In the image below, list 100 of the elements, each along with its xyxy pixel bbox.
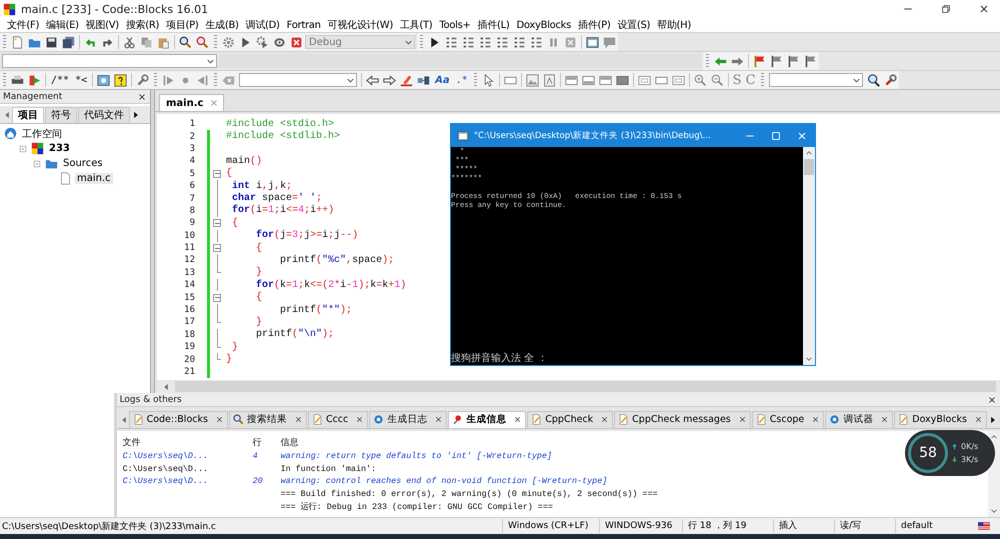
fold-marker[interactable] bbox=[213, 294, 221, 302]
close-icon[interactable] bbox=[434, 415, 444, 424]
upload-icon bbox=[950, 442, 959, 451]
log-tab[interactable]: Cccc bbox=[308, 410, 368, 428]
fold-marker[interactable] bbox=[213, 170, 221, 178]
panel-tab[interactable]: 项目 bbox=[12, 106, 44, 122]
menu-item[interactable]: Fortran bbox=[284, 20, 324, 30]
log-tab[interactable]: 调试器 bbox=[825, 410, 894, 428]
toolbar-button[interactable]: .* bbox=[452, 71, 471, 89]
panel-tab[interactable]: 代码文件 bbox=[78, 106, 130, 122]
restore-icon[interactable] bbox=[940, 3, 952, 15]
table-cell-text: C:\Users\seq\D... bbox=[122, 451, 210, 462]
lexer-name: default bbox=[895, 519, 968, 533]
line-endings: Windows (CR+LF) bbox=[502, 519, 599, 533]
menu-item[interactable]: 视图(V) bbox=[82, 18, 122, 32]
note-icon bbox=[756, 414, 767, 425]
menu-item[interactable]: Tools+ bbox=[436, 20, 474, 30]
close-icon[interactable] bbox=[738, 415, 747, 424]
menu-item[interactable]: 插件(L) bbox=[474, 18, 512, 32]
table-cell-text: 20 bbox=[252, 476, 264, 486]
close-icon[interactable] bbox=[355, 415, 364, 424]
table-cell-text: warning: control reaches end of non-void function [-Wreturn-type] bbox=[280, 476, 608, 486]
column-header[interactable]: 信息 bbox=[276, 436, 299, 448]
log-tab[interactable]: 生成信息 bbox=[448, 410, 526, 428]
tree-item[interactable]: 工作空间 bbox=[20, 126, 64, 140]
code-line: for(i=1;i<=4;i++) bbox=[231, 205, 334, 216]
scrollbar-thumb[interactable] bbox=[804, 159, 814, 175]
code-line: for(j=3;j>=i;j--) bbox=[255, 230, 358, 242]
collapse-icon[interactable] bbox=[32, 158, 42, 168]
table-cell-text: warning: return type defaults to 'int' [-Wreturn-type] bbox=[280, 451, 552, 462]
code-line: } bbox=[231, 342, 238, 353]
menu-item[interactable]: 项目(P) bbox=[163, 18, 202, 32]
window-title: "C:\Users\seq\Desktop\新建文件夹 (3)\233\bin\Debug\... bbox=[474, 130, 712, 142]
close-icon[interactable] bbox=[137, 92, 147, 102]
close-icon[interactable] bbox=[978, 3, 990, 15]
dropdown-field[interactable] bbox=[239, 73, 358, 87]
fold-marker[interactable] bbox=[213, 244, 221, 252]
menu-item[interactable]: 搜索(R) bbox=[122, 18, 162, 32]
close-icon[interactable] bbox=[294, 415, 303, 424]
toolbar-button[interactable]: Aa bbox=[432, 71, 453, 89]
close-icon[interactable] bbox=[214, 415, 224, 424]
table-cell-text: === 运行: Debug in 233 (compiler: GNU GCC Compiler) === bbox=[280, 500, 553, 512]
log-tab[interactable]: 生成日志 bbox=[369, 410, 448, 428]
editor-tab[interactable]: main.c bbox=[159, 94, 224, 111]
code-line: { bbox=[255, 292, 262, 304]
app-logo-icon bbox=[3, 2, 16, 16]
panel-tab[interactable]: 符号 bbox=[45, 106, 77, 122]
close-icon[interactable] bbox=[880, 415, 890, 424]
dropdown-field[interactable] bbox=[2, 54, 217, 68]
search-icon bbox=[232, 414, 244, 425]
close-icon[interactable] bbox=[811, 415, 820, 424]
log-tab[interactable]: CppCheck bbox=[527, 410, 614, 428]
collapse-icon[interactable] bbox=[18, 144, 28, 154]
menu-item[interactable]: 文件(F) bbox=[4, 18, 42, 32]
log-tab[interactable]: CppCheck messages bbox=[614, 410, 751, 428]
column-header[interactable]: 行 bbox=[250, 436, 277, 448]
code-line: main() bbox=[226, 156, 262, 167]
encoding: WINDOWS-936 bbox=[599, 519, 682, 533]
code-line: for(k=1;k<=(2*i-1);k=k+1) bbox=[255, 280, 406, 291]
toolbar-button[interactable]: /** bbox=[48, 71, 72, 89]
table-cell-text: In function 'main': bbox=[280, 464, 376, 474]
pin-icon bbox=[452, 414, 464, 425]
log-tab[interactable]: 搜索结果 bbox=[228, 410, 307, 428]
code-line: #include <stdlib.h> bbox=[226, 131, 340, 142]
log-tab[interactable]: Code::Blocks bbox=[128, 410, 228, 428]
table-cell-text: C:\Users\seq\D... bbox=[122, 464, 210, 474]
menu-item[interactable]: 插件(P) bbox=[575, 18, 614, 32]
window-title: main.c [233] - Code::Blocks 16.01 bbox=[21, 2, 210, 16]
menu-item[interactable]: 生成(B) bbox=[202, 18, 242, 32]
menu-item[interactable]: 设置(S) bbox=[614, 18, 654, 32]
maximize-icon[interactable] bbox=[770, 130, 782, 142]
note-icon bbox=[531, 414, 542, 425]
percent-gauge: 58 bbox=[908, 433, 948, 473]
menu-item[interactable]: DoxyBlocks bbox=[513, 20, 574, 30]
ime-status: 搜狗拼音输入法 全 ： bbox=[451, 353, 548, 365]
close-icon[interactable] bbox=[987, 394, 997, 404]
menu-item[interactable]: 编辑(E) bbox=[43, 18, 82, 32]
column-header[interactable]: 文件 bbox=[122, 436, 251, 448]
scrollbar[interactable] bbox=[175, 381, 996, 392]
cursor-position: 行 18 ，列 19 bbox=[682, 519, 773, 533]
tree-item[interactable]: 233 bbox=[47, 143, 72, 154]
toolbar-button[interactable]: *< bbox=[72, 71, 90, 89]
close-icon[interactable] bbox=[513, 415, 522, 424]
tree-item[interactable]: main.c bbox=[75, 173, 113, 184]
menu-item[interactable]: 帮助(H) bbox=[654, 18, 694, 32]
log-tab[interactable]: DoxyBlocks bbox=[894, 410, 987, 428]
tree-item[interactable]: Sources bbox=[61, 158, 105, 169]
download-icon bbox=[950, 455, 959, 464]
close-icon[interactable] bbox=[974, 415, 983, 424]
fold-marker[interactable] bbox=[213, 219, 221, 228]
log-tab[interactable]: Cscope bbox=[752, 410, 824, 428]
menu-item[interactable]: 调试(D) bbox=[242, 18, 283, 32]
upload-rate: 0K/s bbox=[961, 442, 978, 451]
close-icon[interactable] bbox=[600, 415, 610, 424]
note-icon bbox=[618, 414, 630, 425]
menu-item[interactable]: 可视化设计(W) bbox=[324, 18, 396, 32]
code-line: } bbox=[255, 267, 262, 278]
access-mode: 读/写 bbox=[834, 519, 895, 533]
menu-item[interactable]: 工具(T) bbox=[396, 18, 436, 32]
dropdown-field[interactable] bbox=[768, 73, 863, 87]
